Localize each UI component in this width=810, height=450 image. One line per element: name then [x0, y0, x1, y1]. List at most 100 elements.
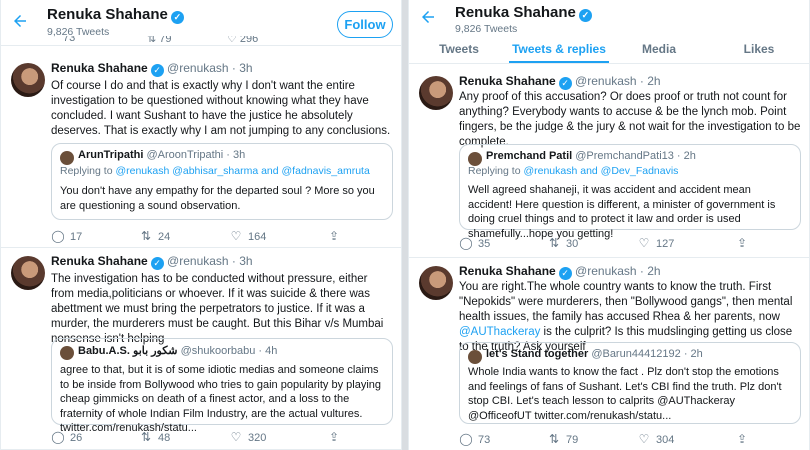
- quoted-meta: let's Stand together @Barun44412192 · 2h: [486, 348, 794, 360]
- retweet-icon: ⇅: [140, 229, 152, 243]
- like-button[interactable]: ♡ 127: [637, 236, 675, 250]
- verified-badge-icon: ✓: [558, 267, 572, 280]
- share-icon: ⇪: [736, 432, 748, 446]
- share-button[interactable]: ⇪: [735, 236, 754, 250]
- reply-count[interactable]: 73: [63, 36, 75, 44]
- verified-badge-icon: ✓: [558, 77, 572, 90]
- author-handle[interactable]: @renukash · 3h: [167, 61, 253, 75]
- heart-icon: ♡: [230, 430, 242, 444]
- share-icon: ⇪: [736, 236, 748, 250]
- quoted-meta: Babu.A.S. شکور بابو @shukoorbabu · 4h: [78, 344, 386, 357]
- quoted-tweet[interactable]: Babu.A.S. شکور بابو @shukoorbabu · 4h ag…: [51, 338, 393, 434]
- tab-tweets-and-replies[interactable]: Tweets & replies: [509, 38, 609, 63]
- quoted-text: You don't have any empathy for the depar…: [60, 185, 375, 212]
- reply-icon: ◯: [51, 229, 65, 243]
- quoted-tweet[interactable]: let's Stand together @Barun44412192 · 2h…: [459, 342, 801, 424]
- reply-button[interactable]: ◯ 17: [51, 229, 82, 243]
- like-button[interactable]: ♡ 304: [637, 432, 675, 446]
- author-name[interactable]: Renuka Shahane: [51, 254, 148, 268]
- tweet[interactable]: Renuka Shahane ✓ @renukash · 2h Any proof…: [409, 70, 809, 258]
- profile-header: Renuka Shahane ✓ 9,826 Tweets Follow 73 ⇅…: [1, 0, 401, 46]
- tab-likes[interactable]: Likes: [709, 38, 809, 63]
- author-handle[interactable]: @renukash · 3h: [167, 254, 253, 268]
- tweet-meta: Renuka Shahane ✓ @renukash · 3h: [51, 254, 393, 270]
- reply-icon: ◯: [459, 432, 473, 446]
- profile-name: Renuka Shahane ✓: [47, 6, 184, 24]
- arrow-left-icon[interactable]: [419, 8, 441, 30]
- arrow-left-icon[interactable]: [11, 12, 33, 34]
- tweet-text: The investigation has to be conducted wi…: [51, 273, 384, 345]
- previous-tweet-actions: 73 ⇅ 79 ♡ 296: [1, 36, 401, 46]
- reply-button[interactable]: ◯ 35: [459, 236, 490, 250]
- quoted-meta: ArunTripathi @AroonTripathi · 3h: [78, 149, 386, 161]
- quoted-meta: Premchand Patil @PremchandPati13 · 2h: [486, 150, 794, 162]
- retweet-button[interactable]: ⇅ 24: [139, 229, 170, 243]
- author-name[interactable]: Renuka Shahane: [51, 61, 148, 75]
- replying-to: Replying to @renukash @abhisar_sharma an…: [60, 165, 370, 177]
- tweet[interactable]: Renuka Shahane ✓ @renukash · 3h The inves…: [1, 250, 401, 450]
- avatar: [60, 346, 74, 360]
- profile-tabs: Tweets Tweets & replies Media Likes: [409, 38, 809, 64]
- retweet-icon: ⇅: [548, 236, 560, 250]
- tweet-meta: Renuka Shahane ✓ @renukash · 2h: [459, 264, 801, 280]
- like-button[interactable]: ♡ 320: [229, 430, 267, 444]
- author-handle[interactable]: @renukash · 2h: [575, 74, 661, 88]
- share-icon: ⇪: [328, 430, 340, 444]
- author-name[interactable]: Renuka Shahane: [459, 74, 556, 88]
- profile-header: Renuka Shahane ✓ 9,826 Tweets: [409, 0, 809, 38]
- retweet-button[interactable]: ⇅ 48: [139, 430, 170, 444]
- quoted-tweet[interactable]: Premchand Patil @PremchandPati13 · 2h Re…: [459, 144, 801, 240]
- quoted-author-handle: @AroonTripathi · 3h: [146, 149, 246, 161]
- follow-button[interactable]: Follow: [337, 11, 393, 38]
- quoted-author-name: ArunTripathi: [78, 149, 144, 161]
- mention-link[interactable]: @AUThackeray: [459, 326, 540, 338]
- quoted-author-name: Babu.A.S. شکور بابو: [78, 345, 178, 357]
- like-button[interactable]: ♡ 164: [229, 229, 267, 243]
- retweet-button[interactable]: ⇅ 79: [547, 432, 578, 446]
- share-button[interactable]: ⇪: [327, 229, 346, 243]
- retweet-count[interactable]: ⇅ 79: [147, 36, 172, 45]
- verified-badge-icon: ✓: [150, 64, 164, 77]
- quoted-tweet[interactable]: ArunTripathi @AroonTripathi · 3h Replyin…: [51, 143, 393, 220]
- tab-tweets[interactable]: Tweets: [409, 38, 509, 63]
- tweet-meta: Renuka Shahane ✓ @renukash · 2h: [459, 74, 801, 90]
- share-button[interactable]: ⇪: [735, 432, 754, 446]
- avatar[interactable]: [419, 76, 453, 110]
- author-handle[interactable]: @renukash · 2h: [575, 264, 661, 278]
- quoted-author-handle: @shukoorbabu · 4h: [180, 345, 278, 357]
- quoted-text: Whole India wants to know the fact . Plz…: [468, 366, 782, 422]
- replying-to: Replying to @renukash and @Dev_Fadnavis: [468, 165, 679, 177]
- quoted-author-name: Premchand Patil: [486, 150, 573, 162]
- verified-badge-icon: ✓: [150, 257, 164, 270]
- reply-button[interactable]: ◯ 73: [459, 432, 490, 446]
- avatar: [468, 152, 482, 166]
- tweet-text: Any proof of this accusation? Or does pr…: [459, 91, 801, 148]
- retweet-button[interactable]: ⇅ 30: [547, 236, 578, 250]
- avatar[interactable]: [11, 63, 45, 97]
- heart-icon: ♡: [638, 236, 650, 250]
- reply-button[interactable]: ◯ 26: [51, 430, 82, 444]
- tab-media[interactable]: Media: [609, 38, 709, 63]
- right-profile-panel: Renuka Shahane ✓ 9,826 Tweets Tweets Twee…: [408, 0, 810, 450]
- share-icon: ⇪: [328, 229, 340, 243]
- author-name[interactable]: Renuka Shahane: [459, 264, 556, 278]
- mention-link[interactable]: @renukash and @Dev_Fadnavis: [523, 165, 678, 177]
- left-profile-panel: Renuka Shahane ✓ 9,826 Tweets Follow 73 ⇅…: [0, 0, 402, 450]
- profile-name: Renuka Shahane ✓: [455, 4, 592, 22]
- quoted-author-handle: @Barun44412192 · 2h: [591, 348, 703, 360]
- tweet-actions: ◯ 35 ⇅ 30 ♡ 127 ⇪: [459, 236, 801, 252]
- tweet-actions: ◯ 73 ⇅ 79 ♡ 304 ⇪: [459, 432, 801, 448]
- verified-badge-icon: ✓: [170, 11, 184, 24]
- avatar[interactable]: [11, 256, 45, 290]
- mention-link[interactable]: @renukash @abhisar_sharma and @fadnavis_…: [115, 165, 369, 177]
- like-count[interactable]: ♡ 296: [227, 36, 258, 45]
- share-button[interactable]: ⇪: [327, 430, 346, 444]
- tweet-count: 9,826 Tweets: [455, 23, 518, 35]
- tweet-actions: ◯ 26 ⇅ 48 ♡ 320 ⇪: [51, 430, 393, 446]
- quoted-author-handle: @PremchandPati13 · 2h: [575, 150, 696, 162]
- tweet-actions: ◯ 17 ⇅ 24 ♡ 164 ⇪: [51, 229, 393, 245]
- avatar[interactable]: [419, 266, 453, 300]
- quoted-text: Well agreed shahaneji, it was accident a…: [468, 184, 776, 240]
- tweet[interactable]: Renuka Shahane ✓ @renukash · 3h Of course…: [1, 57, 401, 248]
- tweet[interactable]: Renuka Shahane ✓ @renukash · 2h You are r…: [409, 260, 809, 450]
